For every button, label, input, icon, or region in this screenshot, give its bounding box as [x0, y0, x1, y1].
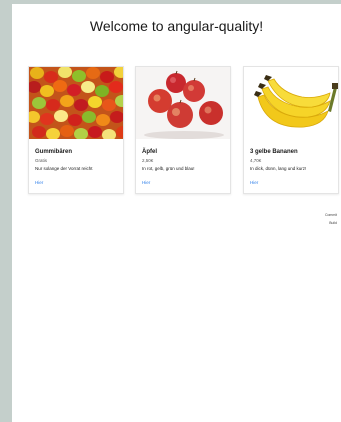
commit-label: Commit: [324, 213, 337, 217]
product-link[interactable]: Hier: [142, 180, 150, 185]
bananas-image: [244, 67, 338, 139]
product-name: Äpfel: [142, 149, 157, 155]
apples-image: [136, 67, 230, 139]
product-price: Gratis: [35, 158, 48, 163]
product-link[interactable]: Hier: [35, 180, 43, 185]
gummy-bears-image: [29, 67, 123, 139]
product-card-aepfel: Äpfel 2,50€ In rot, gelb, grün und blau!…: [135, 66, 231, 194]
product-description: In dick, dünn, lang und kurz!: [250, 166, 307, 171]
product-name: Gummibären: [35, 149, 73, 155]
product-card-gummibaeren: Gummibären Gratis Nur solange der Vorrat…: [28, 66, 124, 194]
product-description: In rot, gelb, grün und blau!: [142, 166, 195, 171]
build-info: Commit Build: [325, 211, 337, 227]
product-price: 4,70€: [250, 158, 262, 163]
build-label: Build: [329, 221, 337, 225]
page-container: Welcome to angular-quality! Gummibären G…: [12, 4, 341, 422]
product-name: 3 gelbe Bananen: [250, 149, 298, 155]
product-description: Nur solange der Vorrat reicht: [35, 166, 93, 171]
page-title: Welcome to angular-quality!: [89, 18, 264, 34]
product-card-bananen: 3 gelbe Bananen 4,70€ In dick, dünn, lan…: [243, 66, 339, 194]
product-link[interactable]: Hier: [250, 180, 258, 185]
product-price: 2,50€: [142, 158, 154, 163]
